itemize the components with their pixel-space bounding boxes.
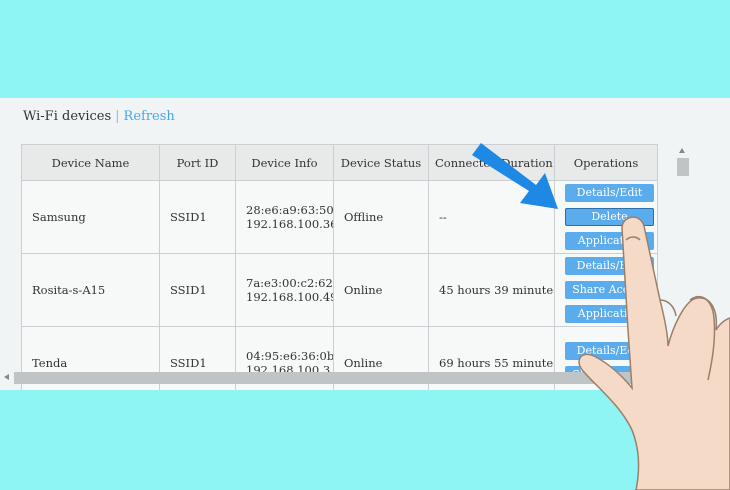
panel-heading: Wi-Fi devices | Refresh	[23, 109, 175, 124]
table-row: Rosita-s-A15 SSID1 7a:e3:00:c2:62:ad 192…	[21, 253, 658, 327]
wifi-devices-panel: Wi-Fi devices | Refresh Device Name Port I…	[0, 98, 730, 390]
operations-cell: Details/Edit Share Access Application	[554, 253, 658, 327]
table-header-row: Device Name Port ID Device Info Device S…	[21, 144, 658, 181]
connected-duration-cell: 45 hours 39 minutes	[428, 253, 555, 327]
mac-address: 04:95:e6:36:0b:98	[246, 349, 334, 363]
device-name-cell: Rosita-s-A15	[21, 253, 160, 327]
mac-address: 28:e6:a9:63:50:ee	[246, 203, 334, 217]
operations-cell: Details/Edit Delete Application	[554, 180, 658, 254]
details-edit-button[interactable]: Details/Edit	[565, 256, 654, 275]
delete-button[interactable]: Delete	[565, 207, 654, 226]
ip-address: 192.168.100.49	[246, 290, 334, 304]
horizontal-scroll-thumb[interactable]	[14, 372, 654, 384]
port-id-cell: SSID1	[159, 180, 236, 254]
horizontal-scrollbar[interactable]	[0, 370, 690, 386]
vertical-scroll-thumb[interactable]	[677, 158, 689, 176]
application-button[interactable]: Application	[565, 231, 654, 250]
column-header-connected-duration: Connected Duration	[428, 144, 555, 181]
device-info-cell: 28:e6:a9:63:50:ee 192.168.100.36	[235, 180, 334, 254]
ip-address: 192.168.100.36	[246, 217, 334, 231]
connected-duration-cell: --	[428, 180, 555, 254]
scroll-up-icon[interactable]	[679, 148, 685, 153]
column-header-device-status: Device Status	[333, 144, 429, 181]
page-title: Wi-Fi devices	[23, 109, 112, 124]
heading-separator: |	[115, 109, 120, 124]
details-edit-button[interactable]: Details/Edit	[565, 183, 654, 202]
port-id-cell: SSID1	[159, 253, 236, 327]
device-name-cell: Samsung	[21, 180, 160, 254]
column-header-device-name: Device Name	[21, 144, 160, 181]
refresh-link[interactable]: Refresh	[124, 109, 175, 124]
column-header-operations: Operations	[554, 144, 658, 181]
scroll-left-icon[interactable]	[4, 374, 9, 380]
devices-table: Device Name Port ID Device Info Device S…	[21, 144, 658, 390]
details-edit-button[interactable]: Details/Edit	[565, 341, 654, 360]
column-header-port-id: Port ID	[159, 144, 236, 181]
device-status-cell: Online	[333, 253, 429, 327]
table-row: Samsung SSID1 28:e6:a9:63:50:ee 192.168.…	[21, 180, 658, 254]
share-access-button[interactable]: Share Access	[565, 280, 654, 299]
column-header-device-info: Device Info	[235, 144, 334, 181]
application-button[interactable]: Application	[565, 304, 654, 323]
mac-address: 7a:e3:00:c2:62:ad	[246, 276, 333, 290]
device-status-cell: Offline	[333, 180, 429, 254]
vertical-scrollbar[interactable]	[675, 144, 691, 374]
device-info-cell: 7a:e3:00:c2:62:ad 192.168.100.49	[235, 253, 334, 327]
